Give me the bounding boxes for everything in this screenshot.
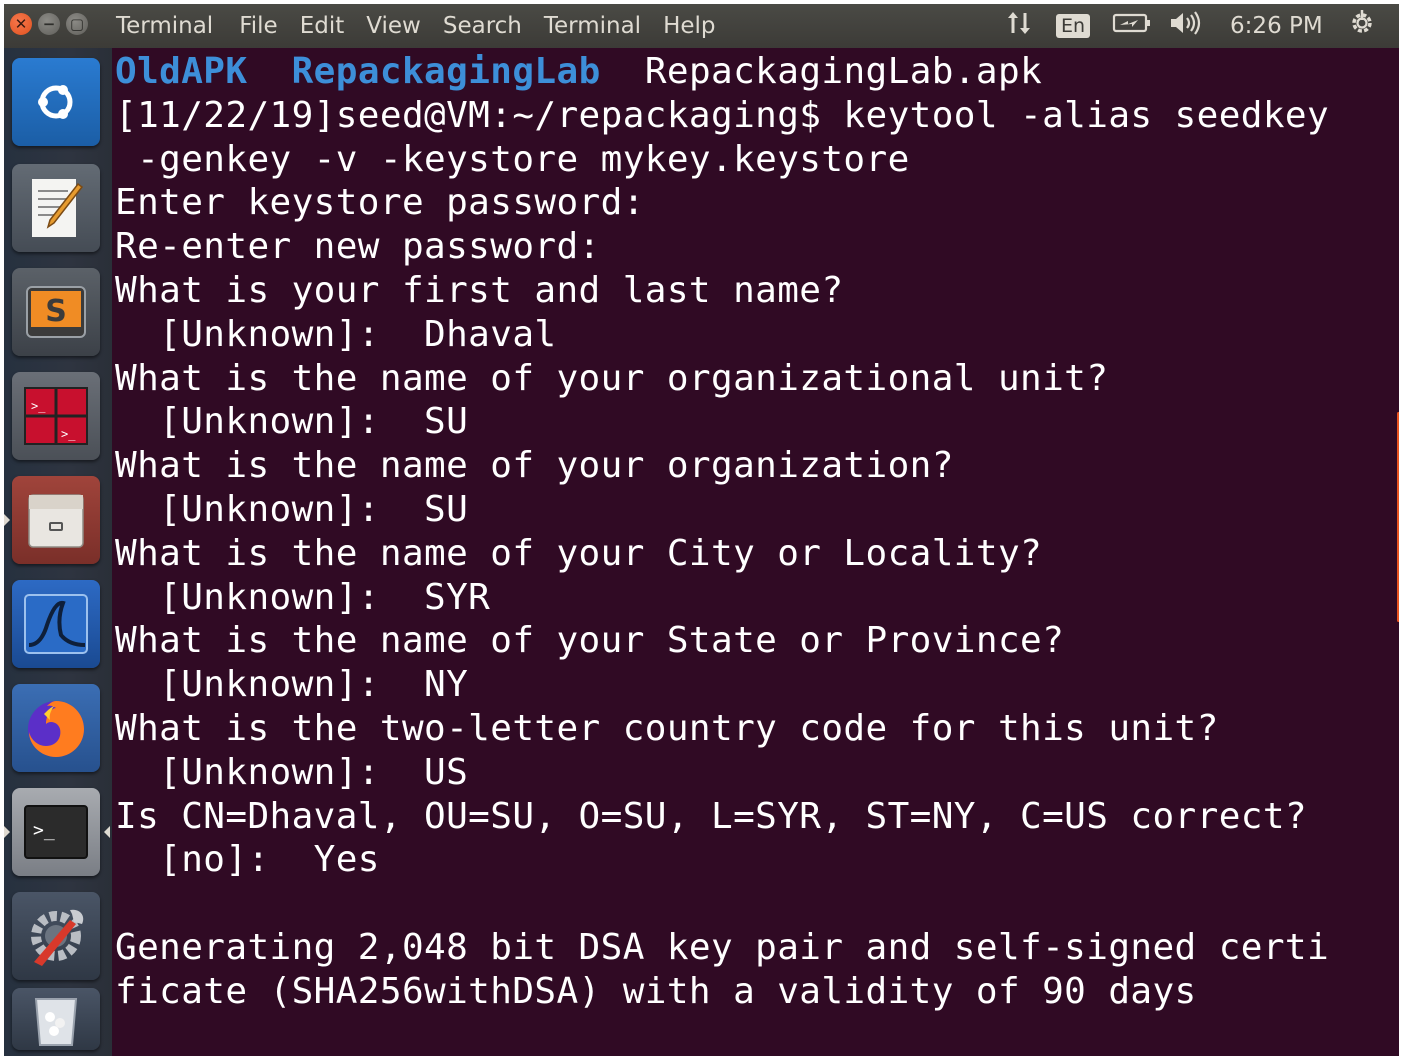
firefox-icon[interactable] xyxy=(12,684,100,772)
ubuntu-dash-icon[interactable] xyxy=(12,58,100,146)
svg-text:>_: >_ xyxy=(61,427,76,441)
sublime-text-icon[interactable]: S xyxy=(12,268,100,356)
terminal-line: What is the name of your State or Provin… xyxy=(115,620,1065,662)
terminal-line: [Unknown]: SU xyxy=(115,488,469,530)
launcher: S >_ >_ >_ xyxy=(4,48,112,1056)
volume-icon[interactable] xyxy=(1168,9,1202,43)
terminal-line: Is CN=Dhaval, OU=SU, O=SU, L=SYR, ST=NY,… xyxy=(115,795,1307,837)
terminal-line: [Unknown]: US xyxy=(115,751,469,793)
trash-icon[interactable] xyxy=(12,988,100,1050)
terminal-output[interactable]: OldAPK RepackagingLab RepackagingLab.apk… xyxy=(115,50,1395,1014)
desktop: ✕ − ▢ Terminal File Edit View Search Ter… xyxy=(4,4,1399,1056)
focused-indicator xyxy=(104,826,110,838)
terminal-line: What is the name of your City or Localit… xyxy=(115,532,1043,574)
menu-file[interactable]: File xyxy=(239,13,278,39)
text-editor-icon[interactable] xyxy=(12,164,100,252)
terminal-line: Generating 2,048 bit DSA key pair and se… xyxy=(115,926,1330,968)
terminator-icon[interactable]: >_ >_ xyxy=(12,372,100,460)
ls-output-line: OldAPK RepackagingLab RepackagingLab.apk xyxy=(115,50,1395,94)
window-title: Terminal xyxy=(116,13,214,39)
maximize-window-button[interactable]: ▢ xyxy=(66,13,88,35)
menu-bar: Terminal File Edit View Search Terminal … xyxy=(116,4,738,48)
network-updown-icon[interactable] xyxy=(1004,8,1034,44)
terminal-line: ficate (SHA256withDSA) with a validity o… xyxy=(115,970,1197,1012)
menu-search[interactable]: Search xyxy=(443,13,522,39)
terminal-line: What is your first and last name? xyxy=(115,269,844,311)
menu-view[interactable]: View xyxy=(366,13,421,39)
keyboard-layout-indicator[interactable]: En xyxy=(1056,14,1091,38)
terminal-line: Enter keystore password: xyxy=(115,182,645,224)
terminal-line: [Unknown]: SU xyxy=(115,401,469,443)
running-indicator xyxy=(4,826,10,838)
running-indicator xyxy=(4,514,10,526)
terminal-line: [11/22/19]seed@VM:~/repackaging$ keytool… xyxy=(115,94,1330,136)
terminal-line: Re-enter new password: xyxy=(115,226,601,268)
battery-icon[interactable] xyxy=(1112,11,1152,41)
system-tray: En 6:26 PM xyxy=(1004,4,1377,48)
svg-text:S: S xyxy=(45,294,67,329)
terminal-scrollbar[interactable] xyxy=(1397,412,1399,622)
top-panel: ✕ − ▢ Terminal File Edit View Search Ter… xyxy=(4,4,1399,48)
terminal-line: [Unknown]: NY xyxy=(115,664,469,706)
menu-help[interactable]: Help xyxy=(663,13,715,39)
close-window-button[interactable]: ✕ xyxy=(10,13,32,35)
terminal-line: [Unknown]: Dhaval xyxy=(115,313,557,355)
terminal-lines: [11/22/19]seed@VM:~/repackaging$ keytool… xyxy=(115,94,1395,1014)
terminal-line: -genkey -v -keystore mykey.keystore xyxy=(115,138,910,180)
system-settings-icon[interactable] xyxy=(12,892,100,980)
svg-text:>_: >_ xyxy=(31,399,46,413)
terminal-line: What is the two-letter country code for … xyxy=(115,707,1219,749)
terminal-icon[interactable]: >_ xyxy=(12,788,100,876)
menu-terminal[interactable]: Terminal xyxy=(544,13,641,39)
power-gear-icon[interactable] xyxy=(1347,8,1377,44)
terminal-line: [no]: Yes xyxy=(115,839,380,881)
ls-dir-entry: RepackagingLab xyxy=(291,51,601,92)
terminal-line: [Unknown]: SYR xyxy=(115,576,491,618)
terminal-line: What is the name of your organizational … xyxy=(115,357,1109,399)
minimize-window-button[interactable]: − xyxy=(38,13,60,35)
terminal-line: What is the name of your organization? xyxy=(115,445,954,487)
ls-file-entry: RepackagingLab.apk xyxy=(644,51,1043,92)
menu-edit[interactable]: Edit xyxy=(300,13,345,39)
svg-text:>_: >_ xyxy=(33,820,55,841)
wireshark-icon[interactable] xyxy=(12,580,100,668)
terminal-window[interactable]: OldAPK RepackagingLab RepackagingLab.apk… xyxy=(115,50,1395,1054)
ls-dir-entry: OldAPK xyxy=(115,51,248,92)
clock[interactable]: 6:26 PM xyxy=(1230,13,1323,39)
file-manager-icon[interactable] xyxy=(12,476,100,564)
